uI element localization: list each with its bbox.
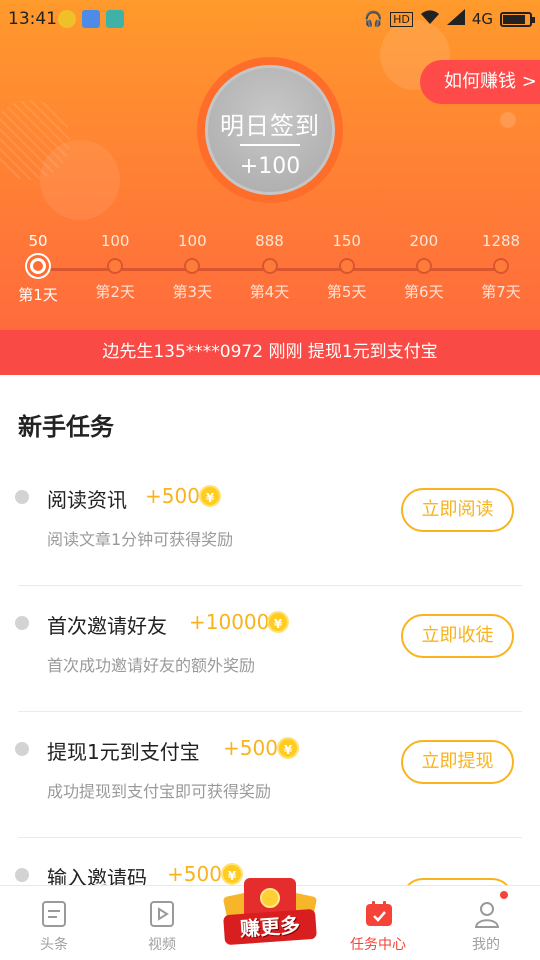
day-label: 第5天 — [326, 283, 367, 301]
task-action-button[interactable]: 立即阅读 — [401, 488, 514, 532]
nav-label: 我的 — [472, 937, 500, 953]
checkin-title: 明日签到 — [220, 112, 320, 140]
red-packet-button[interactable]: 赚更多 — [220, 872, 320, 956]
day-dot — [261, 258, 278, 274]
day-points: 100 — [100, 232, 130, 250]
coin-icon: ¥ — [277, 737, 299, 759]
task-item: 阅读资讯 +500 ¥ 阅读文章1分钟可获得奖励 立即阅读 — [0, 460, 540, 586]
day-dot — [338, 258, 355, 274]
task-desc: 阅读文章1分钟可获得奖励 — [47, 530, 234, 549]
day-points: 200 — [409, 232, 439, 250]
nav-item-video[interactable]: 视频 — [108, 886, 216, 960]
task-action-button[interactable]: 立即提现 — [401, 740, 514, 784]
calendar-icon — [365, 900, 392, 928]
checkin-day-7: 1288 第7天 — [461, 232, 540, 302]
checkin-circle[interactable]: 明日签到 +100 — [197, 57, 343, 203]
checkin-day-3: 100 第3天 — [152, 232, 232, 302]
task-item: 首次邀请好友 +10000 ¥ 首次成功邀请好友的额外奖励 立即收徒 — [0, 586, 540, 712]
day-dot — [415, 258, 432, 274]
checkin-day-2: 100 第2天 — [75, 232, 155, 302]
task-reward: +10000 — [189, 610, 270, 634]
day-dot — [27, 255, 49, 277]
day-dot — [493, 258, 509, 274]
task-reward: +500 — [167, 862, 222, 886]
task-bullet — [15, 742, 29, 756]
checkin-progress: 50 第1天 100 第2天 100 第3天 888 第4天 150 第5天 200 第6天 1288 第… — [0, 232, 540, 312]
checkin-day-6: 200 第6天 — [384, 232, 464, 302]
hd-label: HD — [390, 11, 413, 27]
promo-label: 赚更多 — [223, 908, 317, 946]
battery-icon — [500, 11, 535, 27]
day-label: 第6天 — [404, 283, 444, 301]
task-reward: +500 — [145, 484, 200, 508]
nav-label: 视频 — [148, 937, 176, 953]
task-action-button[interactable]: 立即收徒 — [401, 614, 514, 658]
message-icon — [82, 10, 100, 28]
day-points: 150 — [332, 232, 361, 250]
task-bullet — [15, 490, 29, 504]
scan-icon — [106, 10, 124, 28]
section-title: 新手任务 — [18, 413, 114, 441]
task-item: 提现1元到支付宝 +500 ¥ 成功提现到支付宝即可获得奖励 立即提现 — [0, 712, 540, 838]
task-name: 提现1元到支付宝 — [47, 740, 200, 764]
video-icon — [149, 900, 175, 928]
status-icons: 🎧 HD 4G — [364, 9, 535, 29]
nav-item-profile[interactable]: 我的 — [432, 886, 540, 960]
news-icon — [41, 900, 67, 928]
day-points: 1288 — [481, 232, 521, 250]
day-label: 第3天 — [172, 283, 213, 301]
coin-icon: ¥ — [199, 485, 221, 507]
task-bullet — [15, 868, 29, 882]
day-dot — [107, 258, 124, 274]
status-time: 13:41 — [8, 9, 57, 29]
decor-bubble — [500, 112, 516, 128]
signal-icon — [446, 9, 465, 29]
task-name: 阅读资讯 — [47, 488, 127, 512]
checkin-day-1: 50 第1天 — [0, 232, 78, 305]
network-label: 4G — [471, 10, 493, 28]
task-desc: 成功提现到支付宝即可获得奖励 — [47, 782, 272, 801]
task-bullet — [15, 616, 29, 630]
checkin-bonus: +100 — [239, 154, 301, 179]
day-label: 第4天 — [249, 283, 290, 301]
how-to-earn-button[interactable]: 如何赚钱 > — [420, 60, 540, 104]
task-reward: +500 — [223, 736, 278, 760]
day-points: 888 — [255, 232, 284, 250]
checkin-circle-inner: 明日签到 +100 — [205, 65, 335, 195]
checkin-day-4: 888 第4天 — [230, 232, 310, 302]
notification-dot — [500, 891, 508, 899]
checkin-header: 13:41 🎧 HD 4G 明日签到 +100 如何赚钱 > 50 第1天 10… — [0, 0, 540, 330]
day-label: 第2天 — [95, 283, 135, 301]
decor-bubble — [40, 140, 120, 220]
headphone-icon: 🎧 — [364, 10, 384, 28]
nav-label: 头条 — [40, 937, 68, 953]
checkin-divider — [240, 144, 300, 146]
nav-item-news[interactable]: 头条 — [0, 886, 108, 960]
status-bar: 13:41 🎧 HD 4G — [0, 0, 540, 38]
task-desc: 首次成功邀请好友的额外奖励 — [47, 656, 256, 675]
app-notification-icon — [58, 10, 76, 28]
day-points: 50 — [28, 232, 48, 250]
withdraw-notice: 边先生135****0972 刚刚 提现1元到支付宝 — [0, 330, 540, 375]
coin-icon: ¥ — [267, 611, 289, 633]
wifi-icon — [420, 9, 440, 29]
day-label: 第7天 — [481, 283, 521, 301]
day-dot — [184, 258, 201, 274]
coin-icon — [260, 888, 280, 908]
task-name: 首次邀请好友 — [47, 614, 167, 638]
profile-icon — [473, 900, 500, 928]
day-points: 100 — [178, 232, 207, 250]
nav-label: 任务中心 — [350, 937, 406, 953]
checkin-day-5: 150 第5天 — [307, 232, 387, 302]
task-center-page: 13:41 🎧 HD 4G 明日签到 +100 如何赚钱 > 50 第1天 10… — [0, 0, 540, 960]
nav-item-task-center[interactable]: 任务中心 — [324, 886, 432, 960]
day-label: 第1天 — [18, 286, 58, 304]
